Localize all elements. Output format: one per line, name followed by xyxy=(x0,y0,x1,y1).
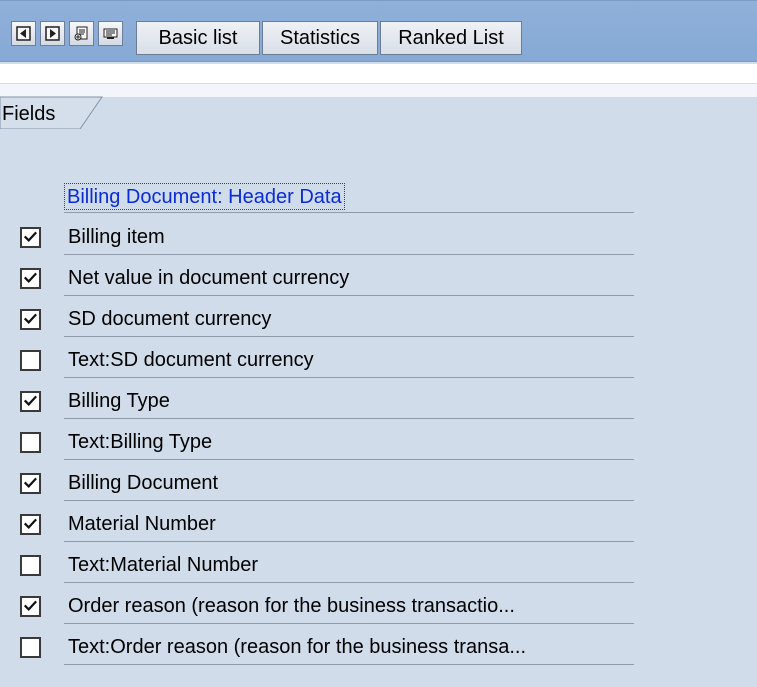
statistics-button[interactable]: Statistics xyxy=(262,21,378,55)
field-row[interactable]: Text:Order reason (reason for the busine… xyxy=(0,626,757,667)
field-divider xyxy=(64,336,634,337)
field-label: Text:Material Number xyxy=(68,554,259,576)
field-divider xyxy=(64,664,634,665)
tab-fields-label: Fields xyxy=(2,103,56,125)
unchecked-checkbox-icon[interactable] xyxy=(20,637,41,658)
checked-checkbox-icon[interactable] xyxy=(20,227,41,248)
field-label: Billing Type xyxy=(68,390,170,412)
section-title-link[interactable]: Billing Document: Header Data xyxy=(64,183,345,210)
checked-checkbox-icon[interactable] xyxy=(20,514,41,535)
field-divider xyxy=(64,541,634,542)
ranked-list-button[interactable]: Ranked List xyxy=(380,21,522,55)
unchecked-checkbox-icon[interactable] xyxy=(20,350,41,371)
field-row[interactable]: Material Number xyxy=(0,503,757,544)
field-label: Billing Document xyxy=(68,472,219,494)
field-divider xyxy=(64,295,634,296)
print-preview-icon[interactable] xyxy=(98,21,123,46)
field-row[interactable]: Billing Type xyxy=(0,380,757,421)
field-divider xyxy=(64,254,634,255)
field-label: Text:SD document currency xyxy=(68,349,314,371)
field-divider xyxy=(64,582,634,583)
next-page-icon[interactable] xyxy=(40,21,65,46)
checked-checkbox-icon[interactable] xyxy=(20,596,41,617)
field-row[interactable]: Billing Document xyxy=(0,462,757,503)
application-toolbar: Basic list Statistics Ranked List xyxy=(0,0,757,62)
basic-list-button[interactable]: Basic list xyxy=(136,21,260,55)
field-row[interactable]: Net value in document currency xyxy=(0,257,757,298)
field-label: Material Number xyxy=(68,513,216,535)
field-label: SD document currency xyxy=(68,308,272,330)
field-row[interactable]: Text:SD document currency xyxy=(0,339,757,380)
checked-checkbox-icon[interactable] xyxy=(20,268,41,289)
field-divider xyxy=(64,418,634,419)
field-label: Billing item xyxy=(68,226,165,248)
field-divider xyxy=(64,500,634,501)
field-divider xyxy=(64,623,634,624)
field-row[interactable]: Text:Material Number xyxy=(0,544,757,585)
section-title-divider xyxy=(64,212,634,213)
checked-checkbox-icon[interactable] xyxy=(20,309,41,330)
field-row[interactable]: Order reason (reason for the business tr… xyxy=(0,585,757,626)
field-label: Order reason (reason for the business tr… xyxy=(68,595,515,617)
document-settings-icon[interactable] xyxy=(69,21,94,46)
field-row[interactable]: Text:Billing Type xyxy=(0,421,757,462)
unchecked-checkbox-icon[interactable] xyxy=(20,432,41,453)
checked-checkbox-icon[interactable] xyxy=(20,391,41,412)
field-label: Net value in document currency xyxy=(68,267,350,289)
empty-toolbar-strip xyxy=(0,64,757,84)
checked-checkbox-icon[interactable] xyxy=(20,473,41,494)
field-divider xyxy=(64,377,634,378)
field-row[interactable]: SD document currency xyxy=(0,298,757,339)
previous-page-icon[interactable] xyxy=(11,21,36,46)
unchecked-checkbox-icon[interactable] xyxy=(20,555,41,576)
field-row[interactable]: Billing item xyxy=(0,216,757,257)
field-divider xyxy=(64,459,634,460)
field-label: Text:Billing Type xyxy=(68,431,213,453)
field-label: Text:Order reason (reason for the busine… xyxy=(68,636,526,658)
tab-fields[interactable]: Fields xyxy=(0,96,110,130)
content-top-strip xyxy=(0,84,757,97)
